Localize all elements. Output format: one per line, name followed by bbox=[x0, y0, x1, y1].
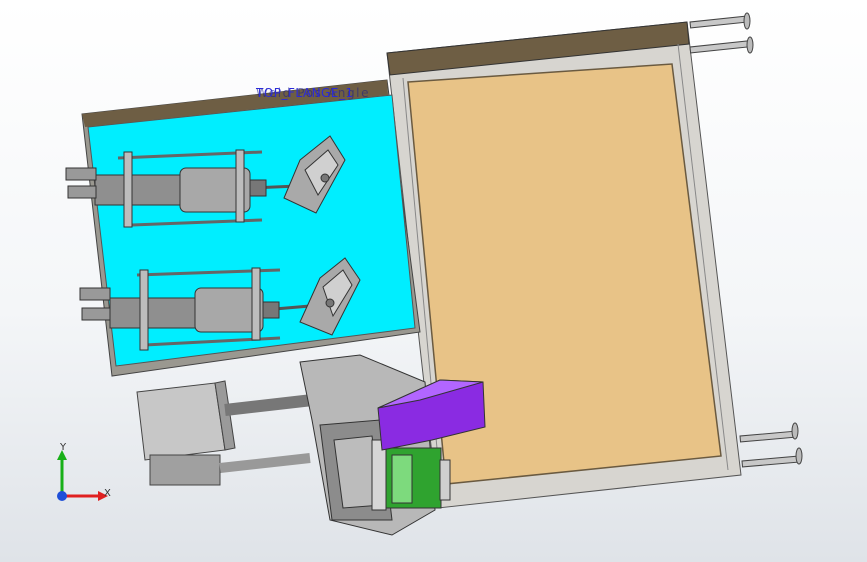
annotation-label: TOP_FLANGE_1 bbox=[256, 86, 354, 100]
triad-x-label: X bbox=[104, 488, 111, 499]
coordinate-triad-icon: Y X bbox=[48, 440, 118, 510]
motor-housing bbox=[136, 380, 331, 486]
triad-y-label: Y bbox=[60, 442, 67, 453]
assembly-model[interactable] bbox=[0, 0, 867, 562]
cad-viewport[interactable]: Weld Pos Angle TOP_FLANGE_1 Y X bbox=[0, 0, 867, 562]
